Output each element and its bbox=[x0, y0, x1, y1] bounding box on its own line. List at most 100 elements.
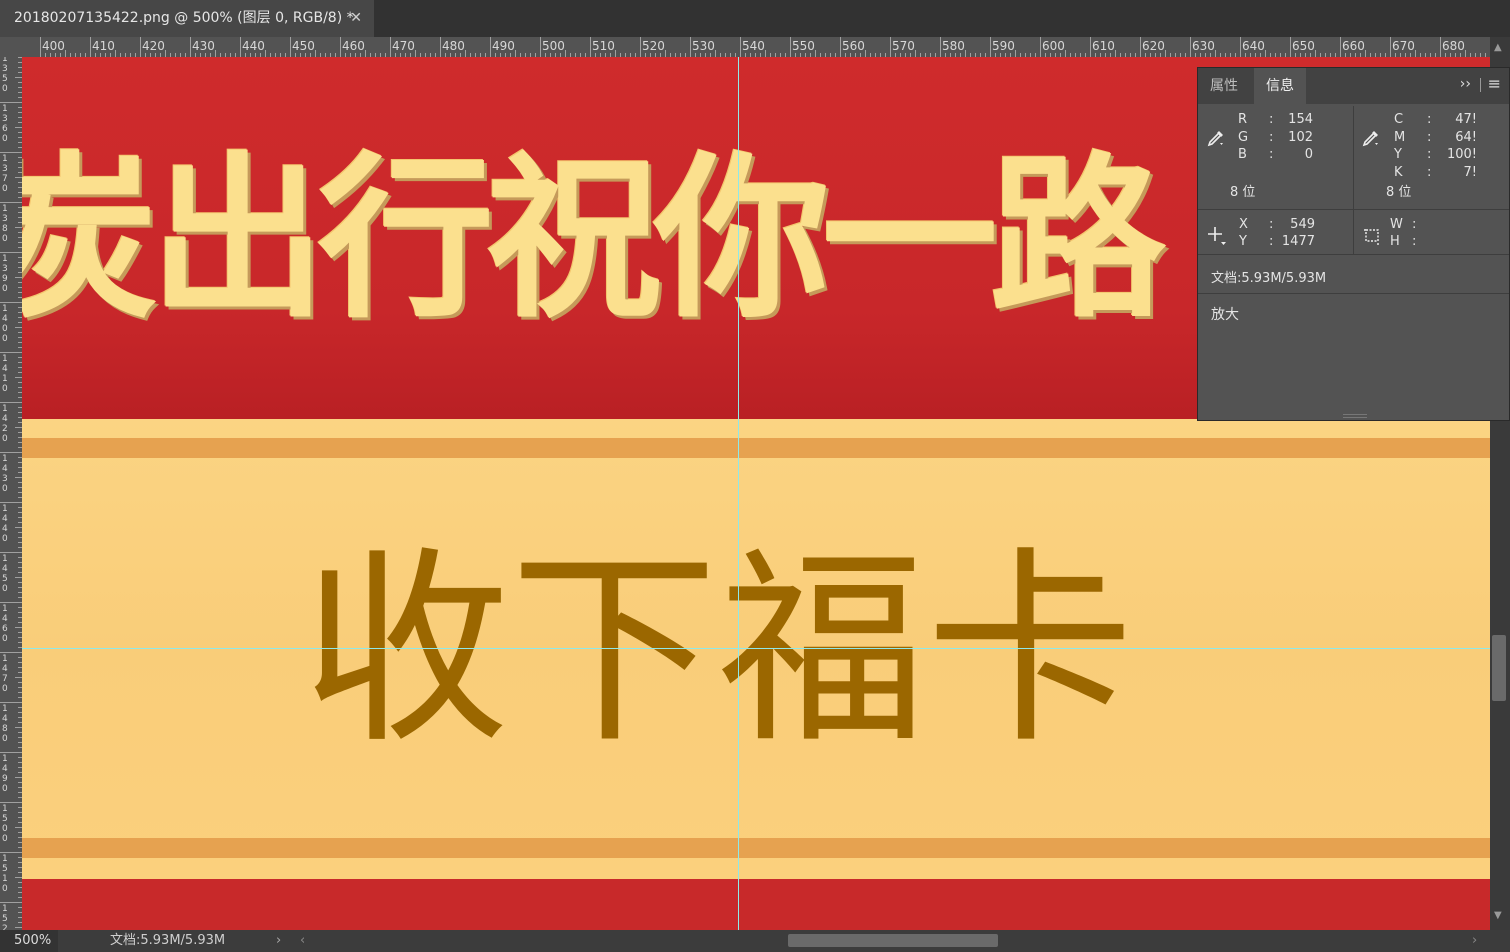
ruler-major-tick bbox=[640, 37, 641, 57]
ruler-tick-label: 1370 bbox=[2, 154, 8, 194]
ruler-tick-label: 1390 bbox=[2, 254, 8, 294]
scroll-up-arrow-icon[interactable]: ▲ bbox=[1494, 42, 1502, 53]
card-main-text: 收下福卡 bbox=[302, 530, 1134, 772]
ruler-minor-tick bbox=[15, 227, 22, 228]
panel-resize-grip[interactable] bbox=[1343, 414, 1367, 418]
eyedropper-icon[interactable] bbox=[1206, 128, 1226, 148]
ruler-minor-tick bbox=[1365, 50, 1366, 57]
ruler-tick-label: 400 bbox=[42, 39, 65, 53]
ruler-major-tick bbox=[290, 37, 291, 57]
ruler-major-tick bbox=[0, 902, 22, 903]
panel-menu-icon[interactable]: ≡ bbox=[1488, 74, 1501, 93]
ruler-minor-tick bbox=[15, 577, 22, 578]
cmyk-colon: : bbox=[1427, 129, 1432, 145]
ruler-tick-label: 500 bbox=[542, 39, 565, 53]
horizontal-ruler[interactable]: 400 410 420 430 440 450 460 470 480 490 500 510 520 5… bbox=[22, 37, 1492, 57]
ruler-tick-label: 420 bbox=[142, 39, 165, 53]
ruler-tick-label: 1480 bbox=[2, 704, 8, 744]
eyedropper-icon[interactable] bbox=[1361, 128, 1381, 148]
ruler-minor-tick bbox=[1215, 50, 1216, 57]
ruler-minor-tick bbox=[115, 50, 116, 57]
ruler-major-tick bbox=[0, 102, 22, 103]
zoom-level-field[interactable]: 500% bbox=[0, 930, 58, 952]
ruler-minor-tick bbox=[15, 377, 22, 378]
ruler-minor-tick bbox=[1165, 50, 1166, 57]
ruler-tick-label: 560 bbox=[842, 39, 865, 53]
vertical-ruler[interactable]: 1350 1360 1370 1380 1390 1400 1410 1420 1430 1440… bbox=[0, 57, 22, 930]
ruler-major-tick bbox=[940, 37, 941, 57]
ruler-tick-label: 1510 bbox=[2, 854, 8, 894]
vertical-guide[interactable] bbox=[738, 57, 739, 930]
cmyk-value: 64! bbox=[1455, 129, 1477, 145]
horizontal-guide[interactable] bbox=[22, 648, 1490, 649]
document-tab-title: 20180207135422.png @ 500% (图层 0, RGB/8) … bbox=[14, 10, 354, 26]
banner-headline-text: 炭出行祝你一路 bbox=[22, 137, 1166, 342]
ruler-tick-label: 450 bbox=[292, 39, 315, 53]
red-bottom-band bbox=[22, 879, 1490, 930]
ruler-major-tick bbox=[540, 37, 541, 57]
ruler-tick-label: 630 bbox=[1192, 39, 1215, 53]
ruler-minor-tick bbox=[665, 50, 666, 57]
horizontal-scroll-thumb[interactable] bbox=[788, 934, 998, 947]
vertical-scroll-thumb[interactable] bbox=[1492, 635, 1506, 701]
ruler-tick-label: 680 bbox=[1442, 39, 1465, 53]
cmyk-colon: : bbox=[1427, 112, 1432, 127]
ruler-tick-label: 650 bbox=[1292, 39, 1315, 53]
scroll-down-arrow-icon[interactable]: ▼ bbox=[1494, 910, 1502, 921]
ruler-tick-label: 550 bbox=[792, 39, 815, 53]
bottom-stripe bbox=[22, 838, 1490, 858]
rgb-key: B bbox=[1238, 147, 1247, 162]
ruler-minor-tick bbox=[15, 877, 22, 878]
ruler-major-tick bbox=[0, 152, 22, 153]
ruler-major-tick bbox=[1390, 37, 1391, 57]
ruler-tick-label: 620 bbox=[1142, 39, 1165, 53]
ruler-major-tick bbox=[0, 852, 22, 853]
status-menu-arrow-icon[interactable]: › bbox=[276, 930, 281, 952]
ruler-tick-label: 1420 bbox=[2, 404, 8, 444]
tab-properties[interactable]: 属性 bbox=[1198, 68, 1250, 104]
ruler-minor-tick bbox=[15, 627, 22, 628]
panel-collapse-icon[interactable]: ›› bbox=[1460, 76, 1471, 92]
ruler-major-tick bbox=[0, 352, 22, 353]
rgb-value: 154 bbox=[1288, 112, 1313, 127]
ruler-major-tick bbox=[0, 702, 22, 703]
ruler-tick-label: 610 bbox=[1092, 39, 1115, 53]
ruler-minor-tick bbox=[615, 50, 616, 57]
coord-value: 549 bbox=[1290, 217, 1315, 232]
top-stripe bbox=[22, 438, 1490, 458]
coord-colon: : bbox=[1269, 234, 1274, 249]
document-tab[interactable]: 20180207135422.png @ 500% (图层 0, RGB/8) … bbox=[0, 0, 374, 37]
ruler-major-tick bbox=[40, 37, 41, 57]
cmyk-value: 7! bbox=[1463, 164, 1477, 180]
ruler-major-tick bbox=[90, 37, 91, 57]
close-icon[interactable]: ✕ bbox=[350, 0, 362, 37]
rgb-colon: : bbox=[1269, 147, 1274, 162]
ruler-major-tick bbox=[0, 302, 22, 303]
ruler-minor-tick bbox=[15, 477, 22, 478]
ruler-minor-tick bbox=[365, 50, 366, 57]
ruler-tick-label: 540 bbox=[742, 39, 765, 53]
crosshair-icon bbox=[1208, 227, 1226, 245]
ruler-major-tick bbox=[590, 37, 591, 57]
tab-info[interactable]: 信息 bbox=[1254, 68, 1306, 104]
ruler-tick-label: 660 bbox=[1342, 39, 1365, 53]
ruler-tick-label: 1500 bbox=[2, 804, 8, 844]
ruler-minor-tick bbox=[15, 677, 22, 678]
scroll-left-arrow-icon[interactable]: ‹ bbox=[300, 930, 305, 952]
ruler-major-tick bbox=[190, 37, 191, 57]
coord-colon: : bbox=[1269, 217, 1274, 232]
ruler-major-tick bbox=[490, 37, 491, 57]
ruler-tick-label: 670 bbox=[1392, 39, 1415, 53]
info-divider-h2 bbox=[1198, 254, 1509, 255]
cmyk-key: M bbox=[1394, 129, 1406, 145]
info-divider-v2 bbox=[1353, 209, 1354, 254]
coord-value: 1477 bbox=[1281, 234, 1315, 249]
info-divider-v1 bbox=[1353, 106, 1354, 209]
scroll-right-arrow-icon[interactable]: › bbox=[1472, 930, 1477, 952]
ruler-minor-tick bbox=[1065, 50, 1066, 57]
ruler-tick-label: 1440 bbox=[2, 504, 8, 544]
info-divider-h3 bbox=[1198, 293, 1509, 294]
ruler-minor-tick bbox=[15, 327, 22, 328]
ruler-major-tick bbox=[0, 502, 22, 503]
ruler-minor-tick bbox=[315, 50, 316, 57]
